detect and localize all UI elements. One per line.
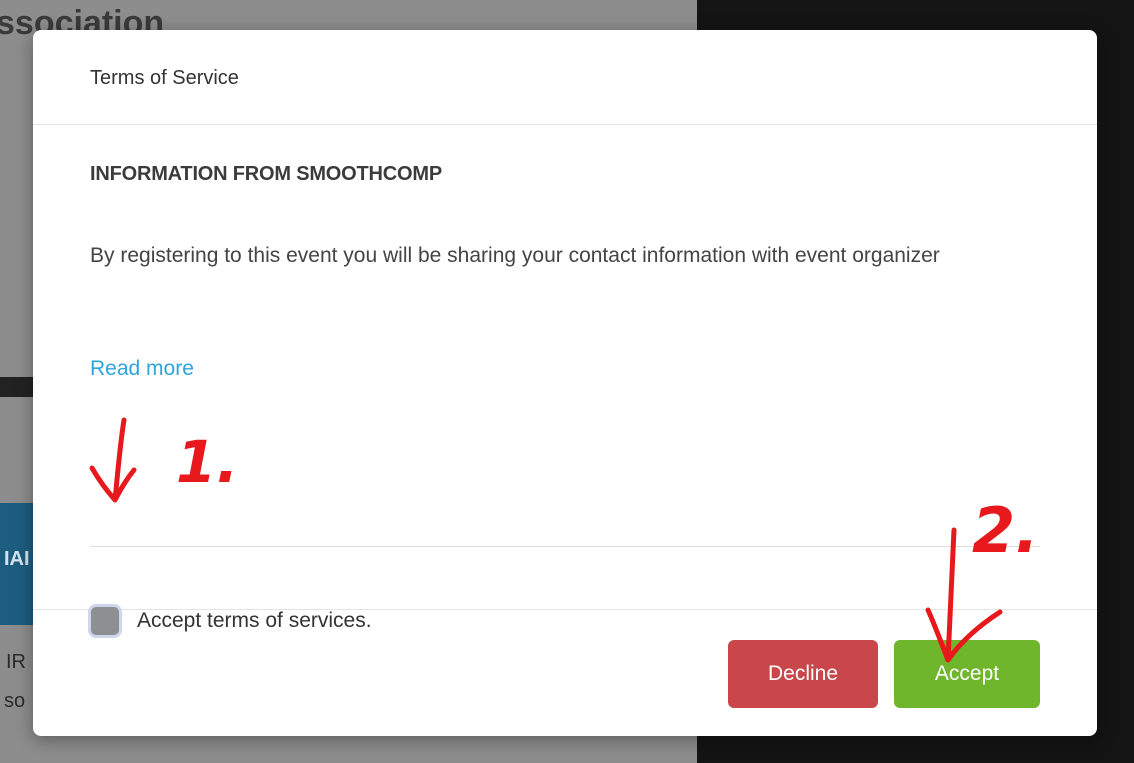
modal-title: Terms of Service xyxy=(90,67,239,89)
read-more-link[interactable]: Read more xyxy=(90,357,194,381)
terms-modal: Terms of Service INFORMATION FROM SMOOTH… xyxy=(33,30,1097,736)
modal-body: INFORMATION FROM SMOOTHCOMP By registeri… xyxy=(33,125,1097,635)
background-text-1: IR xyxy=(6,651,26,673)
info-heading: INFORMATION FROM SMOOTHCOMP xyxy=(90,163,442,185)
modal-header: Terms of Service xyxy=(33,30,1097,125)
accept-button[interactable]: Accept xyxy=(894,640,1040,708)
background-blue-text: IAI xyxy=(4,548,30,570)
divider xyxy=(90,546,1040,547)
background-text-2: so xyxy=(4,690,26,712)
decline-button[interactable]: Decline xyxy=(728,640,878,708)
info-text: By registering to this event you will be… xyxy=(90,244,940,267)
modal-footer: Decline Accept xyxy=(33,610,1097,736)
